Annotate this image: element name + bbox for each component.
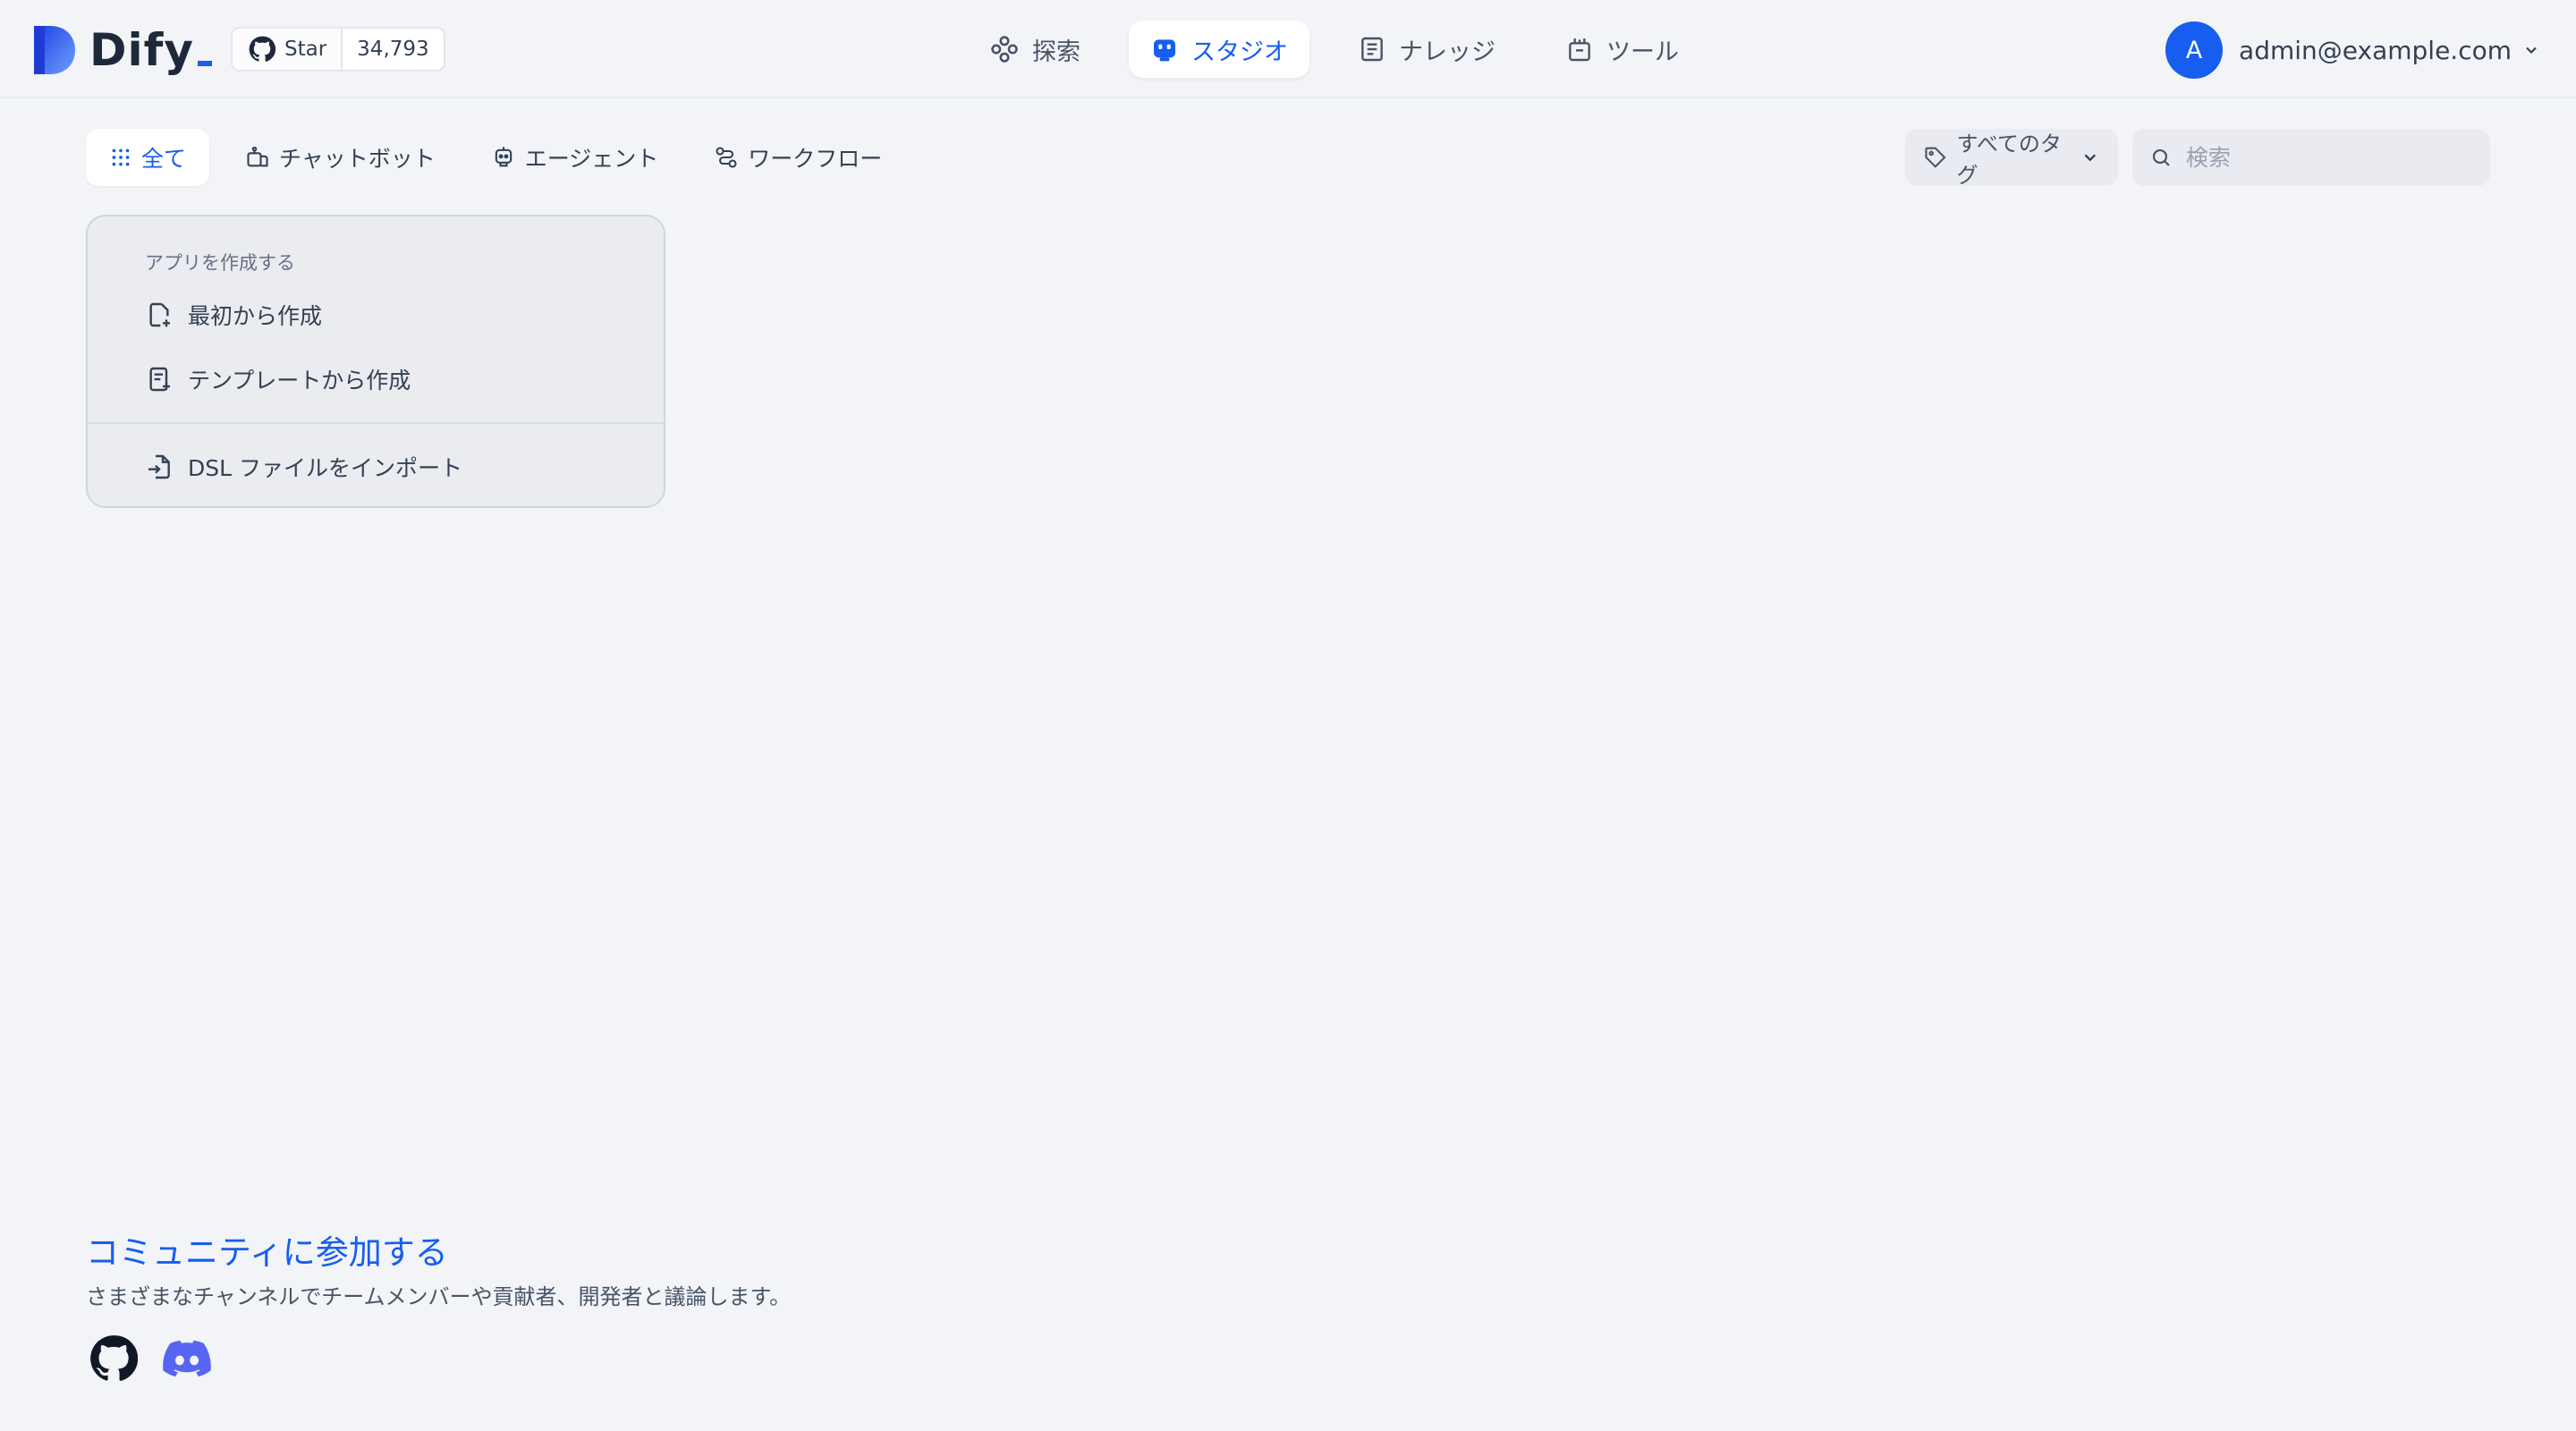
- create-from-template-button[interactable]: テンプレートから作成: [145, 363, 411, 395]
- grid-icon: [112, 148, 130, 166]
- tab-chatbot[interactable]: チャットボット: [222, 129, 459, 186]
- toolbox-icon: [1569, 38, 1590, 62]
- logo-cursor: [198, 61, 212, 66]
- template-icon: [149, 367, 170, 392]
- create-from-scratch-button[interactable]: 最初から作成: [145, 299, 322, 331]
- nav-item-knowledge[interactable]: ナレッジ: [1336, 21, 1517, 78]
- workflow-icon: [716, 147, 737, 168]
- account-menu[interactable]: A admin@example.com: [2165, 21, 2540, 79]
- chatbot-icon: [247, 146, 268, 167]
- robot-icon: [1154, 39, 1175, 62]
- community-description: さまざまなチャンネルでチームメンバーや貢献者、開発者と議論します。: [86, 1284, 792, 1309]
- tag-icon: [1925, 147, 1946, 168]
- main-nav: 探索 スタジオ ナレッジ ツール: [968, 20, 1700, 79]
- agent-icon: [495, 147, 512, 167]
- github-star-label: Star: [284, 38, 327, 61]
- github-icon: [249, 36, 275, 62]
- app-type-tabs: 全て チャットボット エージェント ワークフロー: [86, 129, 905, 186]
- discord-link[interactable]: [163, 1334, 211, 1383]
- top-header: Dify Star 34,793 探索 スタジオ ナレッジ ツール A admi…: [0, 0, 2576, 98]
- card-divider: [88, 422, 664, 424]
- dify-logo[interactable]: Dify: [30, 23, 212, 77]
- logo-text: Dify: [89, 24, 194, 76]
- tab-all[interactable]: 全て: [86, 129, 210, 186]
- import-dsl-button[interactable]: DSL ファイルをインポート: [145, 451, 462, 483]
- tag-filter-label: すべてのタグ: [1956, 131, 2062, 188]
- nav-item-explore[interactable]: 探索: [968, 21, 1102, 78]
- avatar: A: [2165, 21, 2224, 79]
- explore-icon: [991, 36, 1018, 63]
- social-links: [89, 1334, 236, 1383]
- search-input[interactable]: [2183, 143, 2472, 172]
- community-title: コミュニティに参加する: [86, 1233, 448, 1272]
- create-app-caption: アプリを作成する: [145, 252, 295, 274]
- book-icon: [1361, 37, 1383, 62]
- chevron-down-icon: [2084, 154, 2097, 162]
- file-plus-icon: [149, 302, 170, 327]
- tab-workflow[interactable]: ワークフロー: [691, 129, 905, 186]
- tag-filter-dropdown[interactable]: すべてのタグ: [1905, 129, 2118, 188]
- create-app-card: アプリを作成する 最初から作成 テンプレートから作成 DSL ファイルをインポー…: [86, 215, 665, 508]
- account-email: admin@example.com: [2239, 35, 2512, 65]
- github-icon: [90, 1335, 138, 1381]
- chevron-down-icon: [2526, 47, 2537, 55]
- github-star-count: 34,793: [357, 38, 429, 61]
- search-box[interactable]: [2132, 129, 2490, 186]
- search-icon: [2152, 148, 2170, 166]
- github-star-button[interactable]: Star 34,793: [231, 27, 445, 72]
- github-link[interactable]: [89, 1334, 138, 1383]
- tab-agent[interactable]: エージェント: [468, 129, 682, 186]
- dify-logo-icon: [34, 26, 75, 74]
- file-import-icon: [148, 454, 170, 479]
- discord-icon: [163, 1340, 211, 1377]
- nav-item-studio[interactable]: スタジオ: [1129, 21, 1309, 78]
- nav-item-tools[interactable]: ツール: [1544, 21, 1700, 78]
